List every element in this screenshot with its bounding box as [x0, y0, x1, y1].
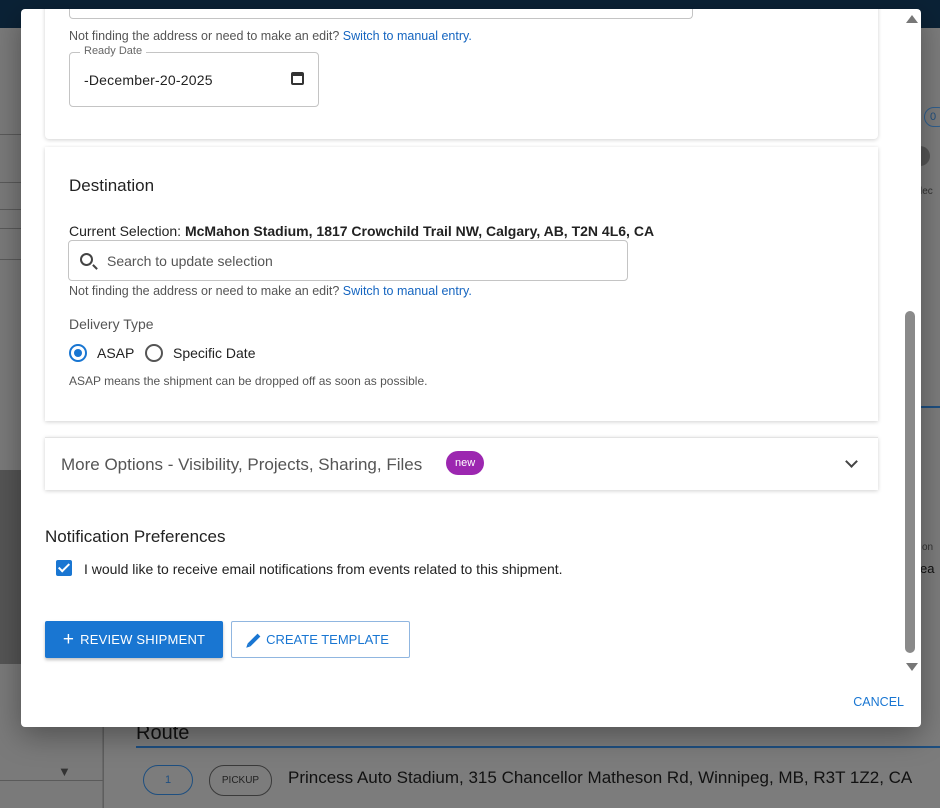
radio-specific-date-indicator[interactable] — [145, 344, 163, 362]
destination-hint: Not finding the address or need to make … — [69, 284, 472, 298]
radio-specific-date-label[interactable]: Specific Date — [173, 345, 255, 361]
more-options-title[interactable]: More Options - Visibility, Projects, Sha… — [61, 455, 422, 475]
asap-note: ASAP means the shipment can be dropped o… — [69, 374, 428, 388]
origin-hint: Not finding the address or need to make … — [69, 29, 472, 43]
scroll-down-arrow-icon[interactable] — [906, 663, 918, 671]
destination-manual-entry-link[interactable]: Switch to manual entry. — [343, 284, 472, 298]
route-divider — [136, 746, 940, 748]
current-selection: Current Selection: McMahon Stadium, 1817… — [69, 223, 654, 239]
dialog-scrollbar[interactable] — [903, 9, 919, 677]
email-notifications-label[interactable]: I would like to receive email notificati… — [84, 561, 563, 577]
scrollbar-thumb[interactable] — [905, 311, 915, 653]
create-template-button[interactable]: CREATE TEMPLATE — [231, 621, 410, 658]
stop-type-badge: PICKUP — [209, 765, 272, 796]
notification-preferences-title: Notification Preferences — [45, 527, 226, 546]
ready-date-value[interactable]: -December-20-2025 — [84, 72, 213, 88]
origin-manual-entry-link[interactable]: Switch to manual entry. — [343, 29, 472, 43]
destination-card: Destination Current Selection: McMahon S… — [45, 147, 878, 421]
create-template-label: CREATE TEMPLATE — [266, 632, 389, 647]
destination-search-input[interactable] — [107, 251, 607, 271]
origin-search-input[interactable] — [69, 9, 693, 19]
destination-hint-text: Not finding the address or need to make … — [69, 284, 340, 298]
calendar-icon[interactable] — [291, 72, 304, 85]
chevron-down-icon[interactable] — [845, 455, 858, 468]
plus-icon: + — [62, 629, 75, 650]
ready-date-label: Ready Date — [80, 45, 147, 57]
background-divider — [921, 406, 940, 408]
current-selection-value: McMahon Stadium, 1817 Crowchild Trail NW… — [184, 223, 655, 239]
email-notifications-checkbox[interactable] — [56, 560, 72, 576]
background-text: on — [922, 542, 934, 553]
origin-hint-text: Not finding the address or need to make … — [69, 29, 340, 43]
new-badge: new — [446, 451, 485, 475]
search-icon — [80, 253, 93, 266]
origin-card: Not finding the address or need to make … — [45, 9, 878, 139]
pencil-icon — [247, 633, 261, 646]
ready-date-field[interactable]: Ready Date -December-20-2025 — [69, 45, 319, 107]
create-shipment-dialog: Not finding the address or need to make … — [21, 9, 921, 727]
stop-number-badge: 1 — [143, 765, 193, 795]
radio-asap-indicator[interactable] — [69, 344, 87, 362]
radio-asap[interactable]: ASAP — [69, 344, 134, 362]
scroll-up-arrow-icon[interactable] — [906, 15, 918, 23]
review-shipment-label: REVIEW SHIPMENT — [80, 632, 206, 647]
radio-asap-label[interactable]: ASAP — [97, 345, 134, 361]
review-shipment-button[interactable]: + REVIEW SHIPMENT — [45, 621, 223, 658]
destination-title: Destination — [69, 176, 155, 195]
cancel-button[interactable]: CANCEL — [853, 695, 904, 709]
delivery-type-label: Delivery Type — [69, 316, 154, 332]
background-text: lec — [920, 186, 933, 197]
stop-address: Princess Auto Stadium, 315 Chancellor Ma… — [288, 768, 913, 787]
background-chip: 0 — [924, 107, 940, 127]
radio-specific-date[interactable]: Specific Date — [145, 344, 255, 362]
current-selection-label: Current Selection: — [69, 223, 182, 239]
background-text: ea — [920, 561, 935, 576]
destination-search-box[interactable] — [68, 240, 628, 281]
more-options-accordion[interactable]: More Options - Visibility, Projects, Sha… — [45, 437, 878, 490]
chevron-down-icon: ▼ — [58, 764, 71, 779]
